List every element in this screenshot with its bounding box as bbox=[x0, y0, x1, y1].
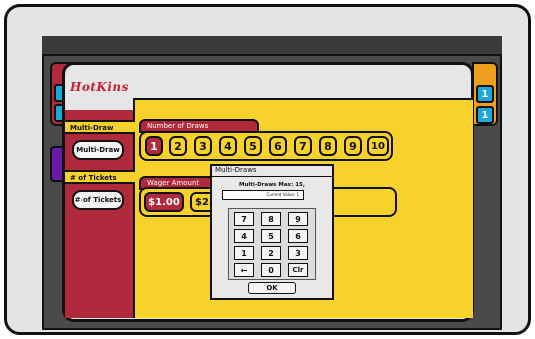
draw-option-button[interactable]: 3 bbox=[194, 136, 212, 156]
keypad-key-9[interactable]: 9 bbox=[288, 212, 308, 226]
keypad-key-5[interactable]: 5 bbox=[261, 229, 281, 243]
keypad-key-6[interactable]: 6 bbox=[288, 229, 308, 243]
draw-option-button[interactable]: 2 bbox=[169, 136, 187, 156]
ok-button[interactable]: OK bbox=[248, 282, 296, 294]
draw-option-button[interactable]: 4 bbox=[219, 136, 237, 156]
draw-option-button[interactable]: 1 bbox=[145, 136, 163, 156]
dialog-title: Multi-Draws bbox=[210, 164, 334, 177]
current-value-field[interactable]: Current Value: 1 bbox=[222, 190, 304, 200]
keypad-key-3[interactable]: 3 bbox=[288, 246, 308, 260]
draw-option-button[interactable]: 8 bbox=[319, 136, 337, 156]
multi-draw-button[interactable]: Multi-Draw bbox=[72, 140, 124, 160]
draw-option-button[interactable]: 6 bbox=[269, 136, 287, 156]
keypad-key-7[interactable]: 7 bbox=[234, 212, 254, 226]
keypad-key-8[interactable]: 8 bbox=[261, 212, 281, 226]
sidebar-tab-multi-draw[interactable]: Multi-Draw bbox=[65, 120, 135, 134]
tickets-button[interactable]: # of Tickets bbox=[72, 190, 124, 210]
draw-option-button[interactable]: 5 bbox=[244, 136, 262, 156]
keypad-key-1[interactable]: 1 bbox=[234, 246, 254, 260]
background-window-right-button[interactable]: 1 bbox=[476, 85, 494, 103]
draw-option-button[interactable]: 10 bbox=[367, 136, 389, 156]
screen-top-bar bbox=[42, 36, 502, 56]
draw-option-button[interactable]: 7 bbox=[294, 136, 312, 156]
wager-option-button[interactable]: $1.00 bbox=[144, 192, 184, 212]
clear-key[interactable]: Clr bbox=[288, 263, 308, 277]
backspace-key[interactable]: ← bbox=[234, 263, 254, 277]
draw-option-button[interactable]: 9 bbox=[344, 136, 362, 156]
app-logo: HotKins bbox=[70, 80, 129, 94]
dialog-max-text: Multi-Draws Max: 15, bbox=[239, 182, 305, 188]
background-window-right-button[interactable]: 1 bbox=[476, 106, 494, 124]
keypad-key-4[interactable]: 4 bbox=[234, 229, 254, 243]
keypad-key-0[interactable]: 0 bbox=[261, 263, 281, 277]
keypad-key-2[interactable]: 2 bbox=[261, 246, 281, 260]
sidebar-tab-tickets[interactable]: # of Tickets bbox=[65, 170, 135, 184]
